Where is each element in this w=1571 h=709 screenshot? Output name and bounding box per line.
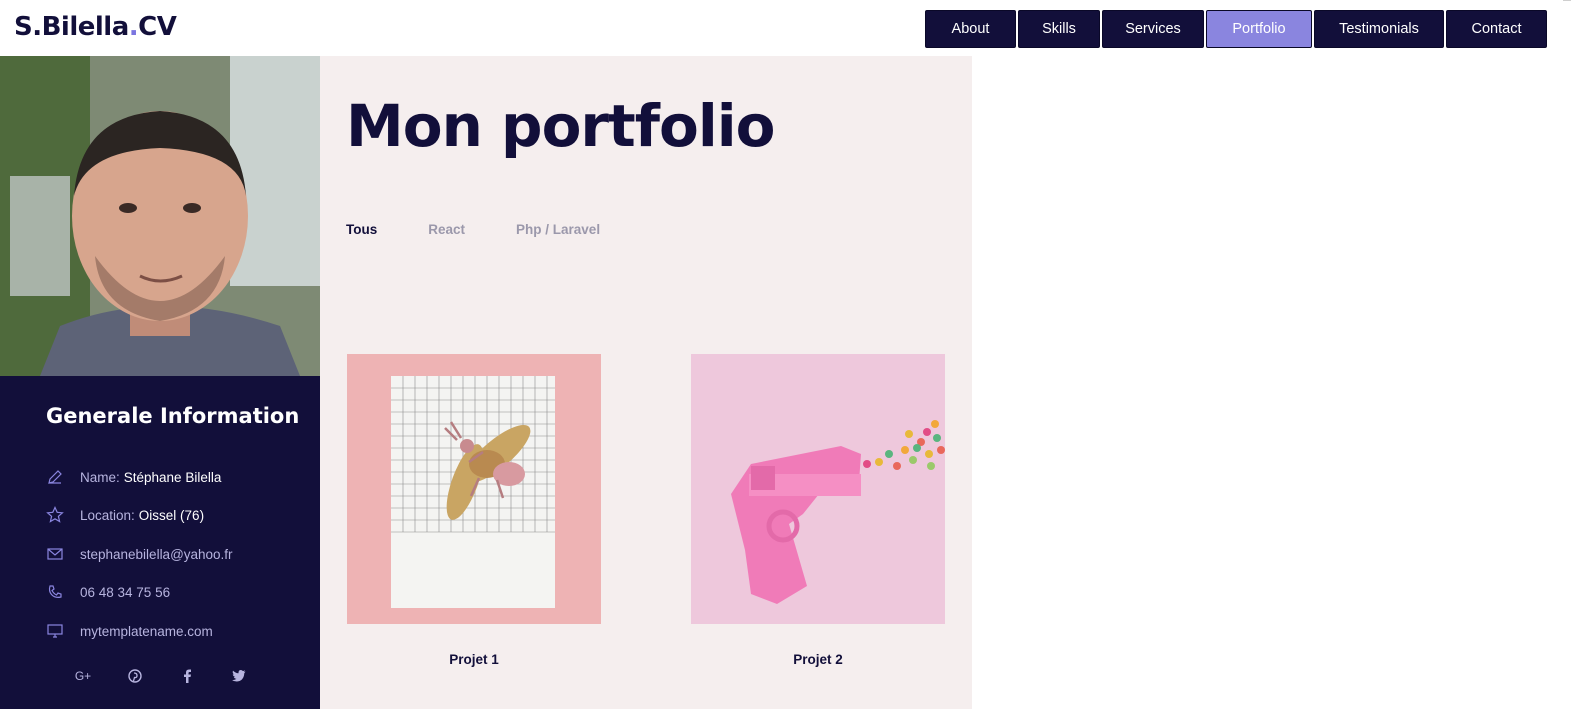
logo-suffix: CV	[138, 12, 177, 42]
phone-icon	[46, 583, 64, 601]
email-link[interactable]: stephanebilella@yahoo.fr	[80, 547, 233, 562]
logo-dot: .	[128, 12, 139, 42]
site-header: S.Bilella.CV About Skills Services Portf…	[0, 0, 1563, 56]
portfolio-filters: Tous React Php / Laravel	[346, 222, 651, 237]
project-card[interactable]: Projet 1	[347, 354, 601, 667]
project-2-caption[interactable]: Projet 2	[691, 652, 945, 667]
nav-testimonials-button[interactable]: Testimonials	[1314, 10, 1444, 48]
location-label: Location:	[80, 507, 135, 523]
nav-services-button[interactable]: Services	[1102, 10, 1204, 48]
general-info-title: Generale Information	[46, 404, 300, 428]
general-info-panel: Generale Information Name: Stéphane Bile…	[0, 376, 320, 709]
info-location-row: Location: Oissel (76)	[46, 506, 204, 524]
profile-photo	[0, 56, 320, 376]
phone-value: 06 48 34 75 56	[80, 584, 171, 600]
website-link[interactable]: mytemplatename.com	[80, 624, 213, 639]
portfolio-section: Mon portfolio Tous React Php / Laravel P…	[320, 56, 972, 709]
filter-php-laravel[interactable]: Php / Laravel	[516, 222, 600, 237]
info-name-row: Name: Stéphane Bilella	[46, 468, 221, 486]
google-plus-icon[interactable]: G+	[74, 668, 92, 684]
nav-contact-button[interactable]: Contact	[1446, 10, 1547, 48]
name-value: Stéphane Bilella	[123, 469, 222, 485]
location-value: Oissel (76)	[138, 507, 205, 523]
filter-tous[interactable]: Tous	[346, 222, 377, 237]
project-card[interactable]: Projet 2	[691, 354, 945, 667]
star-icon	[46, 506, 64, 524]
nav-skills-button[interactable]: Skills	[1018, 10, 1100, 48]
nav-about-button[interactable]: About	[925, 10, 1016, 48]
pencil-icon	[46, 468, 64, 486]
social-links: G+	[74, 668, 248, 684]
monitor-icon	[46, 622, 64, 640]
main-nav: About Skills Services Portfolio Testimon…	[925, 10, 1547, 48]
info-phone-row: 06 48 34 75 56	[46, 583, 170, 601]
envelope-icon	[46, 545, 64, 563]
pinterest-icon[interactable]	[126, 668, 144, 684]
info-website-row: mytemplatename.com	[46, 622, 213, 640]
nav-portfolio-button[interactable]: Portfolio	[1206, 10, 1312, 48]
page-title: Mon portfolio	[346, 92, 775, 160]
logo-text: S.Bilella	[14, 12, 129, 42]
facebook-icon[interactable]	[178, 668, 196, 684]
project-1-caption[interactable]: Projet 1	[347, 652, 601, 667]
project-1-image[interactable]	[347, 354, 601, 624]
site-logo[interactable]: S.Bilella.CV	[14, 12, 177, 42]
name-label: Name:	[80, 469, 120, 485]
info-email-row: stephanebilella@yahoo.fr	[46, 545, 233, 563]
project-2-image[interactable]	[691, 354, 945, 624]
twitter-icon[interactable]	[230, 668, 248, 684]
filter-react[interactable]: React	[428, 222, 465, 237]
